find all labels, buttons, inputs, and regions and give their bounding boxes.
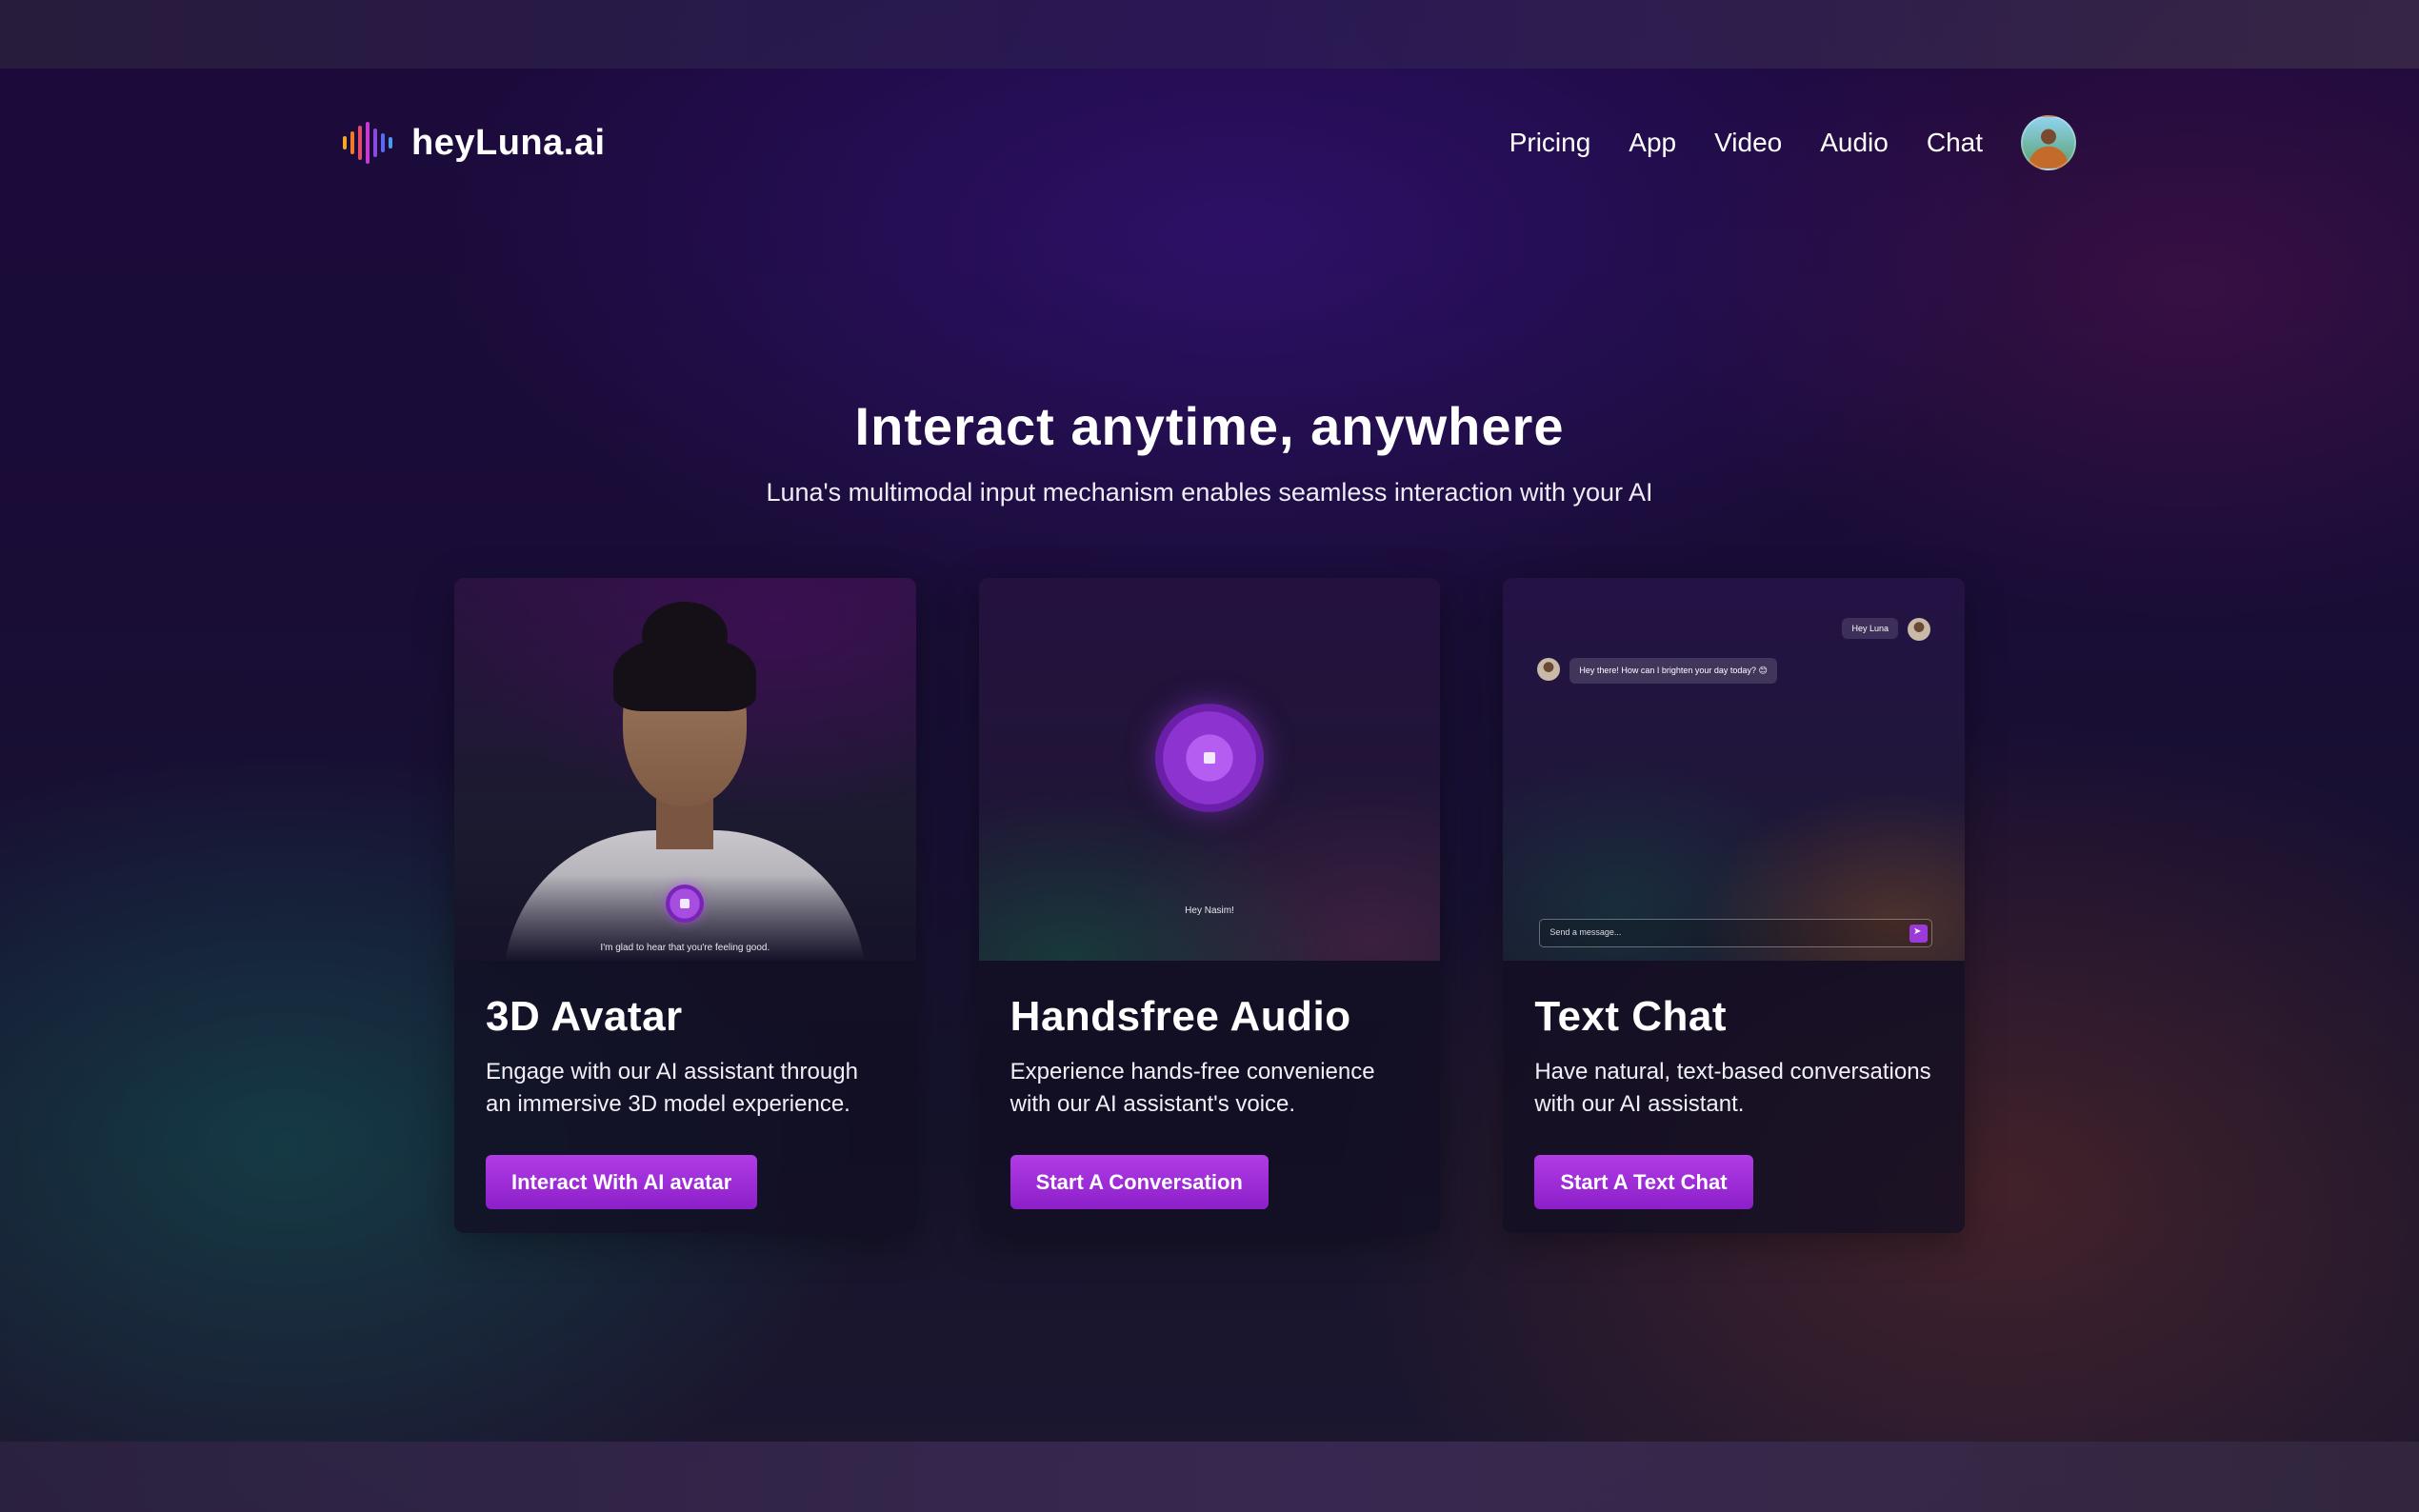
nav-app[interactable]: App bbox=[1629, 128, 1676, 158]
brand-logo[interactable]: heyLuna.ai bbox=[343, 122, 606, 164]
avatar-hair bbox=[613, 635, 757, 711]
card-title: Text Chat bbox=[1534, 993, 1728, 1040]
user-message-bubble: Hey Luna bbox=[1842, 618, 1899, 639]
interact-avatar-button[interactable]: Interact With AI avatar bbox=[486, 1155, 758, 1209]
bot-mini-avatar bbox=[1537, 658, 1561, 681]
nav-video[interactable]: Video bbox=[1714, 128, 1782, 158]
card-description: Engage with our AI assistant through an … bbox=[486, 1059, 858, 1117]
site-header: heyLuna.ai Pricing App Video Audio Chat bbox=[343, 109, 2076, 176]
audio-preview: Hey Nasim! bbox=[978, 578, 1441, 961]
message-placeholder: Send a message... bbox=[1549, 927, 1622, 937]
main-nav: Pricing App Video Audio Chat bbox=[1509, 115, 2076, 170]
stop-recording-icon[interactable] bbox=[666, 885, 705, 923]
card-title: 3D Avatar bbox=[486, 993, 683, 1040]
card-description: Have natural, text-based conversations w… bbox=[1534, 1059, 1931, 1117]
card-text-chat: Hey Luna Hey there! How can I brighten y… bbox=[1503, 578, 1966, 1233]
send-icon[interactable] bbox=[1909, 925, 1929, 943]
card-description: Experience hands-free convenience with o… bbox=[1010, 1059, 1375, 1117]
hero-subtitle: Luna's multimodal input mechanism enable… bbox=[766, 478, 1653, 507]
waveform-logo-icon bbox=[343, 122, 392, 164]
feature-cards: I'm glad to hear that you're feeling goo… bbox=[454, 578, 1966, 1233]
user-avatar[interactable] bbox=[2021, 115, 2076, 170]
message-input[interactable]: Send a message... bbox=[1539, 919, 1933, 947]
avatar-caption: I'm glad to hear that you're feeling goo… bbox=[600, 943, 770, 953]
audio-caption: Hey Nasim! bbox=[1185, 905, 1234, 916]
start-conversation-button[interactable]: Start A Conversation bbox=[1010, 1155, 1269, 1209]
avatar-preview: I'm glad to hear that you're feeling goo… bbox=[454, 578, 916, 961]
top-band bbox=[0, 0, 2419, 69]
nav-pricing[interactable]: Pricing bbox=[1509, 128, 1591, 158]
hero-title: Interact anytime, anywhere bbox=[854, 396, 1565, 456]
chat-preview: Hey Luna Hey there! How can I brighten y… bbox=[1503, 578, 1966, 961]
nav-audio[interactable]: Audio bbox=[1820, 128, 1889, 158]
card-title: Handsfree Audio bbox=[1010, 993, 1351, 1040]
card-3d-avatar: I'm glad to hear that you're feeling goo… bbox=[454, 578, 916, 1233]
bottom-band bbox=[0, 1442, 2419, 1512]
user-mini-avatar bbox=[1908, 618, 1931, 641]
start-text-chat-button[interactable]: Start A Text Chat bbox=[1534, 1155, 1753, 1209]
brand-name: heyLuna.ai bbox=[411, 122, 606, 163]
bot-message-bubble: Hey there! How can I brighten your day t… bbox=[1569, 658, 1777, 684]
nav-chat[interactable]: Chat bbox=[1927, 128, 1983, 158]
voice-orb-icon[interactable] bbox=[1155, 704, 1264, 812]
hero-section: Interact anytime, anywhere Luna's multim… bbox=[0, 395, 2419, 507]
card-handsfree-audio: Hey Nasim! Handsfree Audio Experience ha… bbox=[978, 578, 1441, 1233]
